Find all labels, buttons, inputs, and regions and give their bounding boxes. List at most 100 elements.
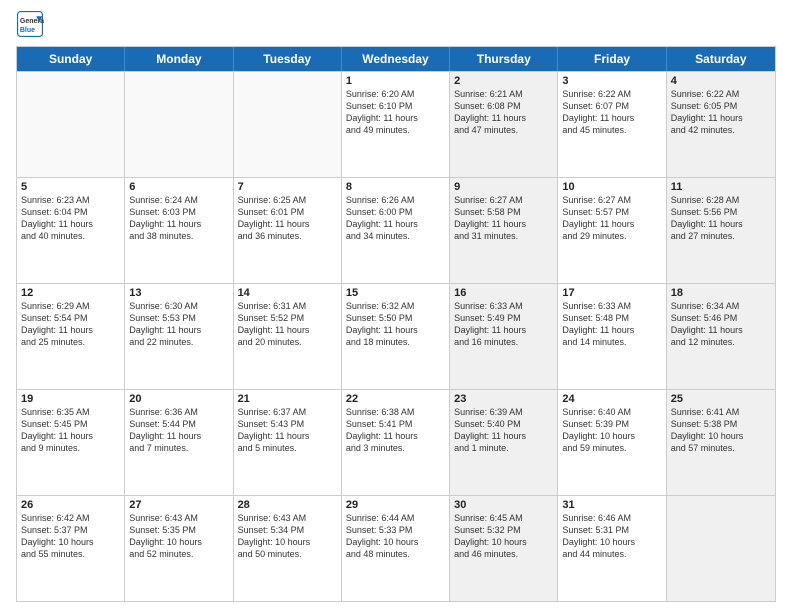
cell-info: Sunrise: 6:26 AM Sunset: 6:00 PM Dayligh… bbox=[346, 194, 445, 243]
day-number: 13 bbox=[129, 287, 228, 299]
calendar-cell: 17Sunrise: 6:33 AM Sunset: 5:48 PM Dayli… bbox=[558, 284, 666, 389]
calendar-cell: 8Sunrise: 6:26 AM Sunset: 6:00 PM Daylig… bbox=[342, 178, 450, 283]
calendar-cell: 28Sunrise: 6:43 AM Sunset: 5:34 PM Dayli… bbox=[234, 496, 342, 601]
cell-info: Sunrise: 6:28 AM Sunset: 5:56 PM Dayligh… bbox=[671, 194, 771, 243]
cell-info: Sunrise: 6:23 AM Sunset: 6:04 PM Dayligh… bbox=[21, 194, 120, 243]
cell-info: Sunrise: 6:22 AM Sunset: 6:05 PM Dayligh… bbox=[671, 88, 771, 137]
cell-info: Sunrise: 6:25 AM Sunset: 6:01 PM Dayligh… bbox=[238, 194, 337, 243]
calendar-cell: 5Sunrise: 6:23 AM Sunset: 6:04 PM Daylig… bbox=[17, 178, 125, 283]
day-number: 6 bbox=[129, 181, 228, 193]
calendar-cell: 27Sunrise: 6:43 AM Sunset: 5:35 PM Dayli… bbox=[125, 496, 233, 601]
cell-info: Sunrise: 6:34 AM Sunset: 5:46 PM Dayligh… bbox=[671, 300, 771, 349]
day-number: 14 bbox=[238, 287, 337, 299]
cell-info: Sunrise: 6:40 AM Sunset: 5:39 PM Dayligh… bbox=[562, 406, 661, 455]
calendar-cell: 3Sunrise: 6:22 AM Sunset: 6:07 PM Daylig… bbox=[558, 72, 666, 177]
day-number: 30 bbox=[454, 499, 553, 511]
day-number: 5 bbox=[21, 181, 120, 193]
cell-info: Sunrise: 6:33 AM Sunset: 5:49 PM Dayligh… bbox=[454, 300, 553, 349]
calendar-row: 19Sunrise: 6:35 AM Sunset: 5:45 PM Dayli… bbox=[17, 389, 775, 495]
calendar-cell: 20Sunrise: 6:36 AM Sunset: 5:44 PM Dayli… bbox=[125, 390, 233, 495]
day-number: 12 bbox=[21, 287, 120, 299]
calendar-cell: 11Sunrise: 6:28 AM Sunset: 5:56 PM Dayli… bbox=[667, 178, 775, 283]
cell-info: Sunrise: 6:24 AM Sunset: 6:03 PM Dayligh… bbox=[129, 194, 228, 243]
calendar-cell: 24Sunrise: 6:40 AM Sunset: 5:39 PM Dayli… bbox=[558, 390, 666, 495]
header: General Blue bbox=[16, 10, 776, 38]
calendar-cell: 31Sunrise: 6:46 AM Sunset: 5:31 PM Dayli… bbox=[558, 496, 666, 601]
day-number: 18 bbox=[671, 287, 771, 299]
calendar-row: 5Sunrise: 6:23 AM Sunset: 6:04 PM Daylig… bbox=[17, 177, 775, 283]
cell-info: Sunrise: 6:45 AM Sunset: 5:32 PM Dayligh… bbox=[454, 512, 553, 561]
day-number: 2 bbox=[454, 75, 553, 87]
day-number: 10 bbox=[562, 181, 661, 193]
day-number: 21 bbox=[238, 393, 337, 405]
day-number: 19 bbox=[21, 393, 120, 405]
cell-info: Sunrise: 6:20 AM Sunset: 6:10 PM Dayligh… bbox=[346, 88, 445, 137]
calendar-cell: 22Sunrise: 6:38 AM Sunset: 5:41 PM Dayli… bbox=[342, 390, 450, 495]
calendar-cell: 29Sunrise: 6:44 AM Sunset: 5:33 PM Dayli… bbox=[342, 496, 450, 601]
cell-info: Sunrise: 6:29 AM Sunset: 5:54 PM Dayligh… bbox=[21, 300, 120, 349]
calendar-cell: 4Sunrise: 6:22 AM Sunset: 6:05 PM Daylig… bbox=[667, 72, 775, 177]
calendar-cell: 23Sunrise: 6:39 AM Sunset: 5:40 PM Dayli… bbox=[450, 390, 558, 495]
calendar-cell bbox=[667, 496, 775, 601]
day-number: 11 bbox=[671, 181, 771, 193]
day-number: 23 bbox=[454, 393, 553, 405]
cell-info: Sunrise: 6:44 AM Sunset: 5:33 PM Dayligh… bbox=[346, 512, 445, 561]
header-day: Saturday bbox=[667, 47, 775, 71]
header-day: Friday bbox=[558, 47, 666, 71]
cell-info: Sunrise: 6:43 AM Sunset: 5:35 PM Dayligh… bbox=[129, 512, 228, 561]
calendar-cell: 2Sunrise: 6:21 AM Sunset: 6:08 PM Daylig… bbox=[450, 72, 558, 177]
cell-info: Sunrise: 6:43 AM Sunset: 5:34 PM Dayligh… bbox=[238, 512, 337, 561]
cell-info: Sunrise: 6:32 AM Sunset: 5:50 PM Dayligh… bbox=[346, 300, 445, 349]
day-number: 31 bbox=[562, 499, 661, 511]
calendar-row: 26Sunrise: 6:42 AM Sunset: 5:37 PM Dayli… bbox=[17, 495, 775, 601]
day-number: 27 bbox=[129, 499, 228, 511]
header-day: Monday bbox=[125, 47, 233, 71]
day-number: 29 bbox=[346, 499, 445, 511]
calendar-body: 1Sunrise: 6:20 AM Sunset: 6:10 PM Daylig… bbox=[17, 71, 775, 601]
page: General Blue SundayMondayTuesdayWednesda… bbox=[0, 0, 792, 612]
svg-text:Blue: Blue bbox=[20, 27, 35, 34]
cell-info: Sunrise: 6:30 AM Sunset: 5:53 PM Dayligh… bbox=[129, 300, 228, 349]
cell-info: Sunrise: 6:37 AM Sunset: 5:43 PM Dayligh… bbox=[238, 406, 337, 455]
calendar-row: 1Sunrise: 6:20 AM Sunset: 6:10 PM Daylig… bbox=[17, 71, 775, 177]
cell-info: Sunrise: 6:27 AM Sunset: 5:58 PM Dayligh… bbox=[454, 194, 553, 243]
calendar-cell: 12Sunrise: 6:29 AM Sunset: 5:54 PM Dayli… bbox=[17, 284, 125, 389]
calendar-cell: 10Sunrise: 6:27 AM Sunset: 5:57 PM Dayli… bbox=[558, 178, 666, 283]
day-number: 26 bbox=[21, 499, 120, 511]
cell-info: Sunrise: 6:42 AM Sunset: 5:37 PM Dayligh… bbox=[21, 512, 120, 561]
day-number: 8 bbox=[346, 181, 445, 193]
day-number: 4 bbox=[671, 75, 771, 87]
cell-info: Sunrise: 6:38 AM Sunset: 5:41 PM Dayligh… bbox=[346, 406, 445, 455]
day-number: 17 bbox=[562, 287, 661, 299]
calendar-cell: 16Sunrise: 6:33 AM Sunset: 5:49 PM Dayli… bbox=[450, 284, 558, 389]
day-number: 9 bbox=[454, 181, 553, 193]
cell-info: Sunrise: 6:31 AM Sunset: 5:52 PM Dayligh… bbox=[238, 300, 337, 349]
calendar-cell: 21Sunrise: 6:37 AM Sunset: 5:43 PM Dayli… bbox=[234, 390, 342, 495]
cell-info: Sunrise: 6:36 AM Sunset: 5:44 PM Dayligh… bbox=[129, 406, 228, 455]
day-number: 24 bbox=[562, 393, 661, 405]
calendar-cell: 13Sunrise: 6:30 AM Sunset: 5:53 PM Dayli… bbox=[125, 284, 233, 389]
logo: General Blue bbox=[16, 10, 44, 38]
day-number: 3 bbox=[562, 75, 661, 87]
day-number: 20 bbox=[129, 393, 228, 405]
calendar-row: 12Sunrise: 6:29 AM Sunset: 5:54 PM Dayli… bbox=[17, 283, 775, 389]
cell-info: Sunrise: 6:33 AM Sunset: 5:48 PM Dayligh… bbox=[562, 300, 661, 349]
cell-info: Sunrise: 6:39 AM Sunset: 5:40 PM Dayligh… bbox=[454, 406, 553, 455]
cell-info: Sunrise: 6:41 AM Sunset: 5:38 PM Dayligh… bbox=[671, 406, 771, 455]
cell-info: Sunrise: 6:21 AM Sunset: 6:08 PM Dayligh… bbox=[454, 88, 553, 137]
header-day: Thursday bbox=[450, 47, 558, 71]
header-day: Tuesday bbox=[234, 47, 342, 71]
calendar-cell: 1Sunrise: 6:20 AM Sunset: 6:10 PM Daylig… bbox=[342, 72, 450, 177]
cell-info: Sunrise: 6:22 AM Sunset: 6:07 PM Dayligh… bbox=[562, 88, 661, 137]
cell-info: Sunrise: 6:35 AM Sunset: 5:45 PM Dayligh… bbox=[21, 406, 120, 455]
cell-info: Sunrise: 6:27 AM Sunset: 5:57 PM Dayligh… bbox=[562, 194, 661, 243]
day-number: 16 bbox=[454, 287, 553, 299]
calendar-cell bbox=[17, 72, 125, 177]
day-number: 1 bbox=[346, 75, 445, 87]
calendar-cell: 30Sunrise: 6:45 AM Sunset: 5:32 PM Dayli… bbox=[450, 496, 558, 601]
calendar-cell bbox=[234, 72, 342, 177]
calendar-cell: 15Sunrise: 6:32 AM Sunset: 5:50 PM Dayli… bbox=[342, 284, 450, 389]
day-number: 28 bbox=[238, 499, 337, 511]
day-number: 22 bbox=[346, 393, 445, 405]
cell-info: Sunrise: 6:46 AM Sunset: 5:31 PM Dayligh… bbox=[562, 512, 661, 561]
